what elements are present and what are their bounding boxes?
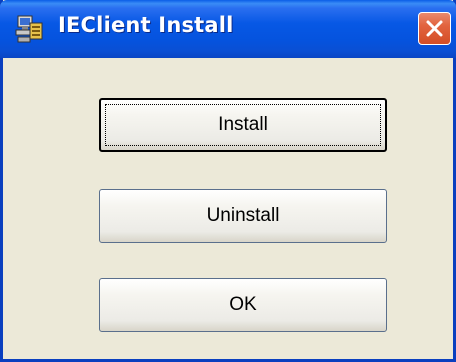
title-bar[interactable]: IEClient Install bbox=[0, 0, 456, 58]
ok-button-label: OK bbox=[229, 294, 257, 315]
window-title: IEClient Install bbox=[58, 13, 234, 37]
install-button[interactable]: Install bbox=[99, 98, 387, 152]
install-button-label: Install bbox=[218, 114, 268, 135]
install-dialog: IEClient Install Install Uninstall OK bbox=[0, 0, 456, 362]
uninstall-button[interactable]: Uninstall bbox=[99, 189, 387, 243]
uninstall-button-label: Uninstall bbox=[206, 205, 280, 226]
installer-computer-icon bbox=[15, 14, 45, 44]
ok-button[interactable]: OK bbox=[99, 278, 387, 332]
close-button[interactable] bbox=[418, 12, 451, 45]
close-x-icon bbox=[426, 20, 443, 37]
